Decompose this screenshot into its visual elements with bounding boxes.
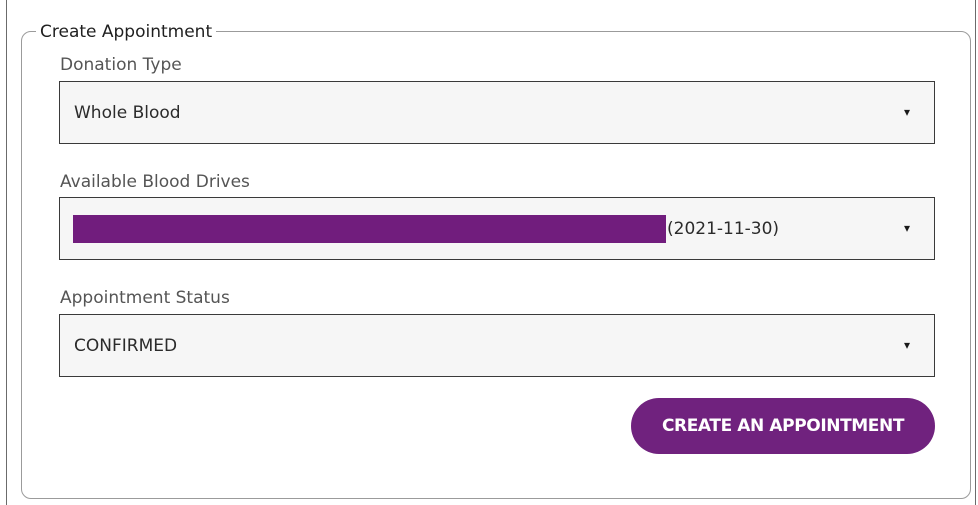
donation-type-select[interactable]: Whole Blood ▾	[59, 81, 935, 144]
appointment-status-select[interactable]: CONFIRMED ▾	[59, 314, 935, 377]
blood-drive-date: (2021-11-30)	[667, 219, 780, 239]
window-border-left	[6, 0, 7, 505]
window-border-right	[975, 0, 976, 505]
donation-type-label: Donation Type	[60, 55, 182, 75]
caret-down-icon: ▾	[903, 338, 910, 352]
caret-down-icon: ▾	[903, 221, 910, 235]
create-appointment-page: Create Appointment Donation Type Whole B…	[0, 0, 978, 505]
blood-drives-select[interactable]: (2021-11-30) ▾	[59, 197, 935, 260]
create-appointment-button[interactable]: CREATE AN APPOINTMENT	[631, 398, 935, 454]
caret-down-icon: ▾	[903, 105, 910, 119]
blood-drives-label: Available Blood Drives	[60, 172, 250, 192]
appointment-status-value: CONFIRMED	[74, 336, 178, 356]
donation-type-value: Whole Blood	[74, 103, 181, 123]
redacted-drive-name	[73, 215, 666, 243]
appointment-status-label: Appointment Status	[60, 288, 230, 308]
fieldset-legend: Create Appointment	[36, 20, 217, 44]
